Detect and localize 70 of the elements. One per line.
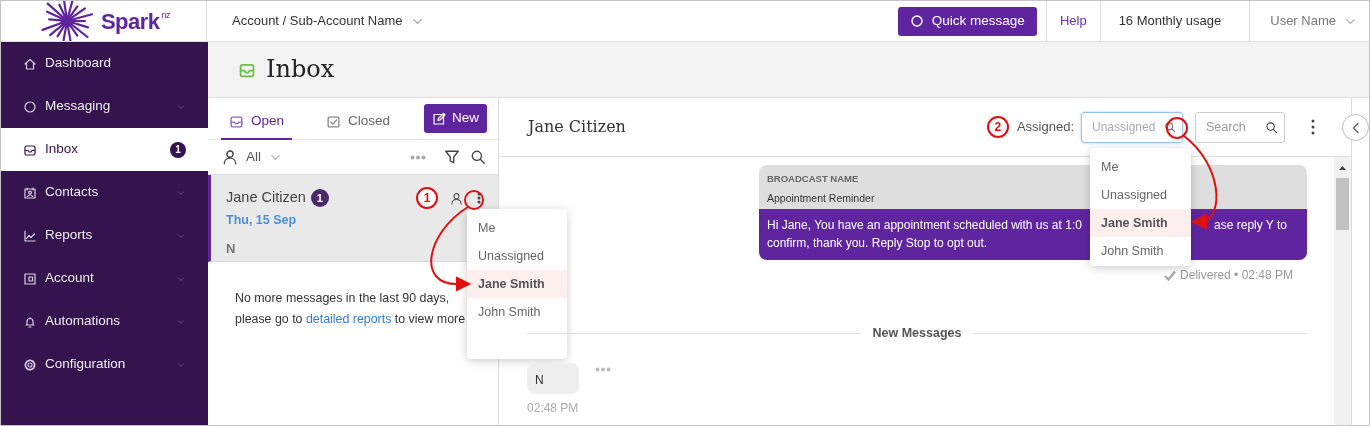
sidebar-item[interactable]: Dashboard	[1, 42, 208, 85]
help-link[interactable]: Help	[1059, 11, 1087, 31]
menu-item[interactable]: Unassigned	[1090, 181, 1191, 209]
kebab-icon	[1311, 119, 1315, 135]
menu-item[interactable]: Jane Smith	[467, 270, 567, 298]
search-icon	[1265, 120, 1278, 134]
contact-name: Jane Citizen	[528, 117, 626, 137]
inbox-icon	[229, 114, 244, 129]
scrollbar-thumb[interactable]	[1336, 178, 1349, 230]
menu-item[interactable]: Jane Smith	[1090, 209, 1191, 237]
checked-box-icon	[326, 114, 342, 129]
more-icon	[595, 366, 611, 372]
assignee-field[interactable]: Unassigned	[1081, 111, 1183, 143]
new-button[interactable]: New	[424, 104, 487, 133]
delivery-status: Delivered • 02:48 PM	[1180, 267, 1293, 284]
sidebar-item[interactable]: Configuration	[1, 343, 208, 386]
count-badge: 1	[170, 141, 186, 158]
quick-message-button[interactable]: Quick message	[897, 6, 1037, 36]
logo-text: Spark$^{nz}$	[100, 7, 171, 36]
broadcast-label: BROADCAST NAME	[767, 172, 859, 186]
menu-item[interactable]: Me	[467, 214, 567, 242]
user-menu[interactable]: User Name	[1249, 1, 1369, 41]
more-icon	[410, 154, 426, 160]
bell-icon	[23, 314, 37, 329]
sidebar-item[interactable]: Contacts	[1, 171, 208, 214]
sidebar-item[interactable]: Inbox 1	[1, 128, 208, 171]
page-title: Inbox	[266, 55, 335, 84]
unread-badge: 1	[310, 189, 329, 207]
contact-card-icon	[23, 185, 37, 200]
search-icon	[470, 149, 486, 165]
tab[interactable]: Open	[221, 97, 293, 140]
contact-name: Jane Citizen	[226, 188, 306, 208]
menu-item[interactable]: John Smith	[467, 298, 567, 326]
check-icon	[1164, 269, 1177, 281]
compose-icon	[432, 111, 446, 126]
sidebar-item[interactable]: Reports	[1, 214, 208, 257]
line-chart-icon	[23, 228, 37, 243]
message-text: ase reply Y to	[1214, 217, 1287, 234]
search-field[interactable]: Search	[1195, 111, 1285, 143]
home-icon	[23, 56, 37, 71]
time-text: 02:48 PM	[527, 399, 580, 417]
account-icon	[23, 271, 37, 286]
person-icon	[450, 191, 463, 205]
kebab-icon	[477, 192, 481, 204]
usage-text: 16 Monthly usage	[1118, 12, 1222, 31]
tab[interactable]: Closed	[318, 97, 399, 140]
person-icon	[222, 149, 238, 165]
annotation-marker: 1	[416, 187, 438, 209]
sidebar-item[interactable]: Messaging	[1, 85, 208, 128]
annotation-marker: 2	[986, 116, 1009, 138]
menu-item[interactable]: Unassigned	[467, 242, 567, 270]
message-text: confirm, thank you. Reply Stop to opt out.	[767, 235, 988, 252]
search-icon	[1164, 120, 1176, 133]
divider-label: New Messages	[872, 325, 962, 342]
assignee-filter[interactable]: All	[222, 146, 282, 168]
message-text: N	[535, 372, 544, 387]
message-text: Hi Jane, You have an appointment scheduled with us at 1:0	[767, 217, 1082, 234]
menu-item[interactable]: John Smith	[1090, 237, 1191, 265]
sidebar-item[interactable]: Automations	[1, 300, 208, 343]
filter-icon	[444, 149, 460, 165]
chat-bubble-icon	[909, 14, 924, 28]
detailed-reports-link[interactable]: detailed reports	[305, 312, 392, 326]
account-selector[interactable]: Account / Sub-Account Name	[207, 11, 424, 31]
gear-icon	[23, 357, 37, 372]
chat-bubble-icon	[23, 99, 37, 114]
assigned-label: Assigned:	[1016, 118, 1074, 137]
menu-item[interactable]: Me	[1090, 153, 1191, 181]
inbox-icon	[23, 142, 37, 157]
sidebar-item[interactable]: Account	[1, 257, 208, 300]
broadcast-name: Appointment Reminder	[767, 191, 875, 207]
